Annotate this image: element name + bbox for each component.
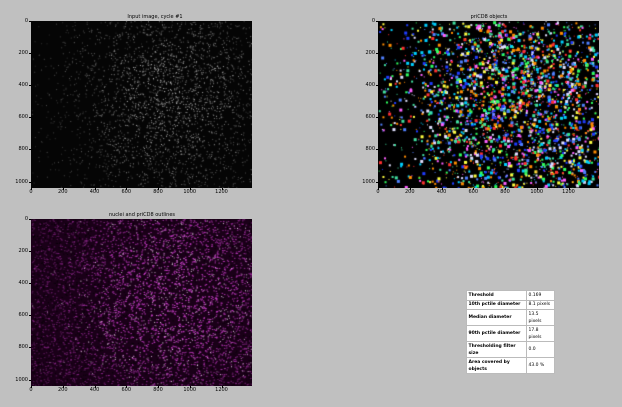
panel-title: Input image, cycle #1 (127, 14, 183, 20)
x-tick-mark (221, 386, 223, 388)
y-tick-label: 0 (24, 216, 28, 222)
y-tick-mark (29, 283, 31, 285)
x-tick-mark (505, 188, 506, 190)
table-row: 90th pctile diameter 17.8 pixels (466, 325, 555, 342)
stat-label: Area covered by objects (466, 357, 527, 374)
stat-value: 17.8 pixels (526, 325, 555, 342)
y-tick-mark (29, 117, 31, 119)
x-tick-mark (94, 386, 96, 388)
stat-label: 10th pctile diameter (466, 299, 527, 310)
y-tick-mark (29, 347, 31, 349)
y-tick-mark (29, 85, 31, 87)
table-row: Median diameter 13.5 pixels (466, 309, 555, 326)
x-tick-mark (31, 386, 32, 388)
y-tick-mark (29, 315, 31, 317)
table-row: Threshold 0.169 (466, 290, 555, 301)
y-tick-label: 0 (24, 18, 28, 24)
measurements-table: Threshold 0.169 10th pctile diameter 8.1 pi… (466, 290, 555, 374)
table-row: Area covered by objects 43.0 % (466, 357, 555, 374)
panel-title: priCD8 objects (470, 14, 508, 20)
stat-value: 43.0 % (526, 357, 555, 374)
x-tick-mark (221, 188, 223, 190)
x-tick-mark (409, 188, 411, 190)
y-tick-label: 600 (18, 114, 28, 121)
x-tick-mark (378, 188, 379, 190)
x-tick-mark (189, 386, 191, 388)
panel-title: nuclei and priCD8 outlines (108, 212, 176, 218)
y-tick-label: 400 (18, 280, 28, 287)
x-tick-mark (126, 188, 128, 190)
x-tick-mark (473, 188, 475, 190)
stat-value: 13.5 pixels (526, 309, 555, 326)
y-tick-label: 800 (18, 344, 28, 351)
stat-value: 8.1 pixels (526, 299, 555, 310)
y-tick-label: 800 (365, 146, 375, 153)
y-tick-mark (29, 379, 31, 381)
y-tick-label: 200 (18, 248, 28, 255)
table-row: 10th pctile diameter 8.1 pixels (466, 299, 555, 310)
y-tick-mark (29, 149, 31, 151)
y-tick-mark (29, 181, 31, 183)
y-tick-label: 200 (365, 50, 375, 57)
y-tick-mark (29, 53, 31, 55)
y-tick-label: 800 (18, 146, 28, 153)
x-tick-mark (62, 188, 64, 190)
stat-label: 90th pctile diameter (466, 325, 527, 342)
y-tick-mark (29, 219, 31, 220)
y-tick-label: 1000 (15, 376, 28, 383)
stat-label: Threshold (466, 290, 527, 301)
x-tick-mark (31, 188, 32, 190)
x-tick-mark (62, 386, 64, 388)
y-tick-label: 600 (365, 114, 375, 121)
x-tick-mark (536, 188, 538, 190)
y-tick-mark (376, 117, 378, 119)
y-tick-mark (376, 21, 378, 22)
x-tick-mark (158, 386, 159, 388)
y-tick-label: 0 (371, 18, 375, 24)
y-tick-label: 1000 (15, 178, 28, 185)
stat-label: Thresholding filter size (466, 341, 527, 358)
stat-label: Median diameter (466, 309, 527, 326)
y-tick-label: 400 (18, 82, 28, 89)
y-tick-mark (29, 21, 31, 22)
objects-image (378, 21, 599, 188)
y-tick-label: 400 (365, 82, 375, 89)
y-tick-mark (376, 53, 378, 55)
stat-value: 0.169 (526, 290, 555, 301)
y-tick-mark (376, 149, 378, 151)
table-row: Thresholding filter size 0.0 (466, 341, 555, 358)
stat-value: 0.0 (526, 341, 555, 358)
input-image (31, 21, 252, 188)
x-tick-mark (189, 188, 191, 190)
x-tick-mark (441, 188, 443, 190)
outlines-image (31, 219, 252, 386)
y-tick-mark (376, 181, 378, 183)
x-tick-mark (158, 188, 159, 190)
y-tick-label: 1000 (362, 178, 375, 185)
x-tick-mark (126, 386, 128, 388)
x-tick-mark (94, 188, 96, 190)
x-tick-mark (568, 188, 570, 190)
y-tick-mark (376, 85, 378, 87)
y-tick-mark (29, 251, 31, 253)
y-tick-label: 200 (18, 50, 28, 57)
y-tick-label: 600 (18, 312, 28, 319)
